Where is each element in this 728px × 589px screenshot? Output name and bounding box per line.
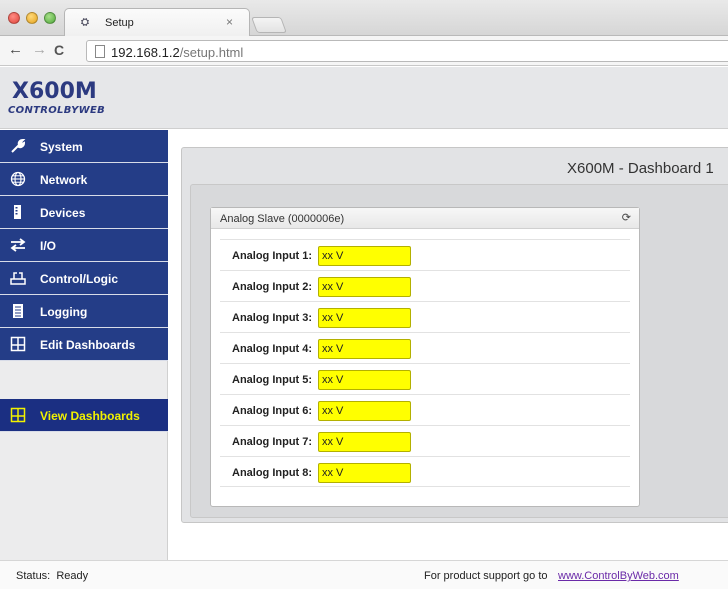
support-text: For product support go to [424, 570, 548, 582]
analog-input-value: xx V [318, 432, 411, 452]
sidebar-item-label: Network [40, 173, 88, 187]
sidebar-item-network[interactable]: Network [0, 163, 168, 196]
minimize-window-button[interactable] [26, 12, 38, 24]
analog-input-label: Analog Input 6: [232, 405, 313, 417]
sidebar-item-logging[interactable]: Logging [0, 295, 168, 328]
status-bar: Status: Ready For product support go to … [0, 560, 728, 589]
logic-icon [10, 270, 26, 286]
status-text: Status: Ready [16, 570, 89, 582]
sidebar-item-system[interactable]: System [0, 130, 168, 163]
device-icon [10, 204, 26, 220]
tab-title: Setup [105, 17, 134, 29]
support-link[interactable]: www.ControlByWeb.com [558, 570, 679, 582]
analog-input-label: Analog Input 1: [232, 250, 313, 262]
refresh-icon[interactable]: ⟳ [622, 211, 631, 224]
analog-input-label: Analog Input 4: [232, 343, 313, 355]
list-item: Analog Input 2: xx V [220, 270, 630, 301]
logo: X600M [12, 79, 97, 104]
analog-input-value: xx V [318, 246, 411, 266]
list-item: Analog Input 7: xx V [220, 425, 630, 456]
list-item: Analog Input 8: xx V [220, 456, 630, 487]
zoom-window-button[interactable] [44, 12, 56, 24]
back-arrow-icon[interactable]: ← [8, 42, 23, 58]
arrows-icon [10, 237, 26, 253]
new-tab-button[interactable] [251, 17, 287, 33]
sidebar-item-devices[interactable]: Devices [0, 196, 168, 229]
sidebar-item-view-dashboards[interactable]: View Dashboards [0, 399, 168, 432]
list-item: Analog Input 4: xx V [220, 332, 630, 363]
panel-title: Analog Slave (0000006e) [220, 213, 345, 225]
dashboard-icon [10, 336, 26, 352]
dashboard-title: X600M - Dashboard 1 [567, 160, 714, 177]
wrench-icon [10, 138, 26, 154]
browser-tab-setup[interactable]: ⛭ Setup × [64, 8, 250, 36]
sidebar-item-label: Control/Logic [40, 272, 118, 286]
browser-tabstrip: ⛭ Setup × [0, 0, 728, 36]
logo-subtitle: CONTROLBYWEB [8, 105, 106, 116]
page-icon [95, 45, 105, 58]
url-text: 192.168.1.2/setup.html [111, 45, 244, 60]
analog-input-label: Analog Input 7: [232, 436, 313, 448]
forward-arrow-icon[interactable]: → [32, 42, 47, 58]
sidebar-item-label: Devices [40, 206, 86, 220]
analog-input-value: xx V [318, 339, 411, 359]
address-bar[interactable]: 192.168.1.2/setup.html [86, 40, 728, 62]
analog-input-value: xx V [318, 401, 411, 421]
logo-text: X600M [12, 79, 97, 104]
analog-input-label: Analog Input 8: [232, 467, 313, 479]
sidebar-item-control-logic[interactable]: Control/Logic [0, 262, 168, 295]
sidebar-item-label: Logging [40, 305, 88, 319]
analog-input-label: Analog Input 3: [232, 312, 313, 324]
close-window-button[interactable] [8, 12, 20, 24]
analog-slave-panel: Analog Slave (0000006e) ⟳ Analog Input 1… [210, 207, 640, 507]
sidebar: System Network Devices I/O Control/Logic… [0, 130, 168, 560]
dashboard-icon [10, 407, 26, 423]
reload-icon[interactable]: C [54, 42, 64, 58]
page-header: X600M CONTROLBYWEB [0, 67, 728, 129]
sidebar-item-label: Edit Dashboards [40, 338, 136, 352]
analog-input-value: xx V [318, 308, 411, 328]
browser-toolbar: ← → C 192.168.1.2/setup.html [0, 36, 728, 66]
analog-input-label: Analog Input 5: [232, 374, 313, 386]
analog-input-label: Analog Input 2: [232, 281, 313, 293]
analog-input-value: xx V [318, 463, 411, 483]
sidebar-item-label: System [40, 140, 83, 154]
sidebar-item-io[interactable]: I/O [0, 229, 168, 262]
list-item: Analog Input 3: xx V [220, 301, 630, 332]
favicon-icon: ⛭ [81, 17, 89, 28]
sidebar-item-label: I/O [40, 239, 57, 253]
list-item: Analog Input 5: xx V [220, 363, 630, 394]
log-icon [10, 303, 26, 319]
analog-input-value: xx V [318, 277, 411, 297]
list-item: Analog Input 6: xx V [220, 394, 630, 425]
sidebar-item-edit-dashboards[interactable]: Edit Dashboards [0, 328, 168, 361]
analog-input-list: Analog Input 1: xx V Analog Input 2: xx … [220, 239, 630, 487]
globe-icon [10, 171, 26, 187]
analog-input-value: xx V [318, 370, 411, 390]
tab-close-icon[interactable]: × [226, 15, 233, 29]
panel-header: Analog Slave (0000006e) ⟳ [211, 208, 639, 229]
sidebar-item-label: View Dashboards [40, 409, 140, 423]
list-item: Analog Input 1: xx V [220, 239, 630, 270]
